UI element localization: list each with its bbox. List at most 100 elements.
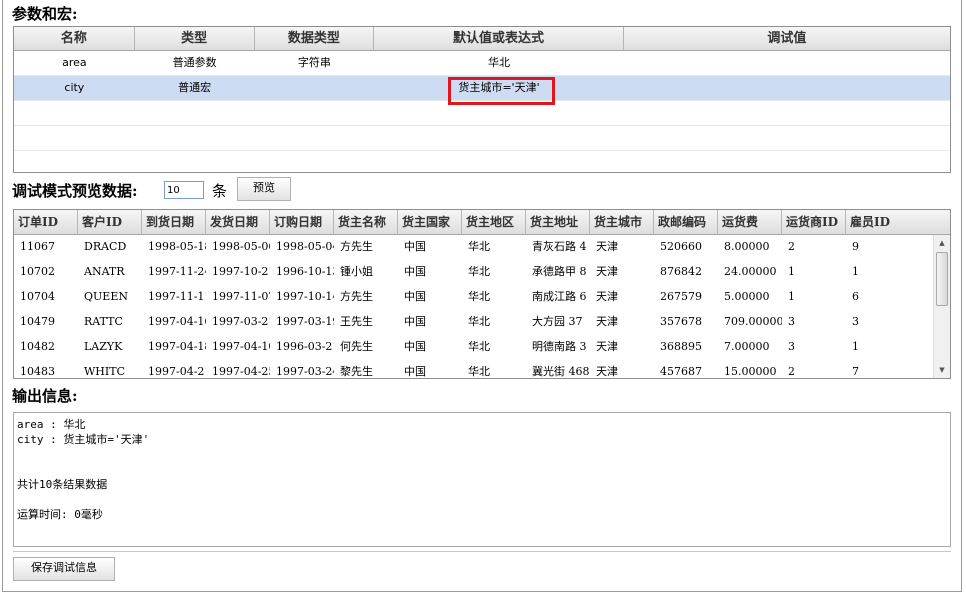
grid-vertical-scrollbar[interactable]: ▲ ▼ bbox=[933, 235, 950, 378]
grid-cell: 1997-11-11 bbox=[148, 290, 206, 303]
grid-cell: 1997-10-21 bbox=[212, 265, 270, 278]
grid-col-header[interactable]: 雇员ID bbox=[846, 210, 934, 234]
grid-cell: 1 bbox=[852, 265, 859, 278]
param-type: 普通宏 bbox=[178, 81, 212, 94]
param-row[interactable]: area 普通参数 字符串 华北 bbox=[14, 51, 950, 76]
grid-cell: 1997-03-24 bbox=[276, 365, 334, 378]
scroll-thumb[interactable] bbox=[936, 252, 948, 306]
grid-cell: 2 bbox=[788, 365, 795, 378]
param-default: 华北 bbox=[487, 56, 510, 69]
grid-cell: 1997-04-21 bbox=[148, 365, 206, 378]
grid-col-header[interactable]: 货主地区 bbox=[462, 210, 526, 234]
grid-cell: 10479 bbox=[20, 315, 55, 328]
grid-cell: RATTC bbox=[84, 315, 123, 328]
param-data-type bbox=[254, 76, 374, 100]
grid-cell: 15.00000 bbox=[724, 365, 777, 378]
grid-cell: 1997-03-21 bbox=[212, 315, 270, 328]
rows-unit-label: 条 bbox=[212, 182, 228, 200]
grid-cell: 明德南路 3 bbox=[532, 340, 587, 353]
grid-cell: WHITC bbox=[84, 365, 125, 378]
grid-col-header[interactable]: 运货费 bbox=[718, 210, 782, 234]
output-section-title: 输出信息: bbox=[12, 387, 78, 405]
grid-cell: 天津 bbox=[596, 240, 618, 253]
grid-cell: 大方园 37 bbox=[532, 315, 583, 328]
grid-col-header[interactable]: 发货日期 bbox=[206, 210, 270, 234]
grid-cell: 1997-04-18 bbox=[148, 340, 206, 353]
grid-col-header[interactable]: 订单ID bbox=[14, 210, 78, 234]
grid-row[interactable]: 10704 QUEEN 1997-11-11 1997-11-07 1997-10-14… bbox=[14, 285, 950, 310]
col-header-type[interactable]: 类型 bbox=[135, 27, 255, 50]
grid-col-header[interactable]: 客户ID bbox=[78, 210, 142, 234]
grid-cell: 876842 bbox=[660, 265, 702, 278]
grid-cell: 9 bbox=[852, 240, 859, 253]
preview-data-label: 调试模式预览数据: bbox=[12, 182, 138, 200]
grid-cell: 黎先生 bbox=[340, 365, 373, 378]
grid-cell: 中国 bbox=[404, 340, 426, 353]
grid-cell: 承德路甲 8 bbox=[532, 265, 587, 278]
grid-cell: 3 bbox=[852, 315, 859, 328]
grid-col-header[interactable]: 货主城市 bbox=[590, 210, 654, 234]
col-header-debug-value[interactable]: 调试值 bbox=[624, 27, 950, 50]
grid-row[interactable]: 10483 WHITC 1997-04-21 1997-04-25 1997-03-24… bbox=[14, 360, 950, 378]
grid-cell: 5.00000 bbox=[724, 290, 770, 303]
grid-col-header[interactable]: 货主名称 bbox=[334, 210, 398, 234]
grid-cell: 方先生 bbox=[340, 290, 373, 303]
grid-cell: 华北 bbox=[468, 240, 490, 253]
grid-row[interactable]: 10482 LAZYK 1997-04-18 1997-04-10 1996-03-21… bbox=[14, 335, 950, 360]
scroll-down-arrow-icon[interactable]: ▼ bbox=[934, 362, 950, 378]
grid-cell: 1997-11-24 bbox=[148, 265, 206, 278]
grid-col-header[interactable]: 运货商ID bbox=[782, 210, 846, 234]
grid-cell: 10702 bbox=[20, 265, 55, 278]
scroll-up-arrow-icon[interactable]: ▲ bbox=[934, 235, 950, 251]
empty-row bbox=[14, 126, 950, 151]
grid-cell: 华北 bbox=[468, 340, 490, 353]
grid-cell: 天津 bbox=[596, 340, 618, 353]
grid-col-header[interactable]: 订购日期 bbox=[270, 210, 334, 234]
grid-col-header[interactable]: 政邮编码 bbox=[654, 210, 718, 234]
grid-cell: 709.00000 bbox=[724, 315, 782, 328]
grid-cell: 1997-04-10 bbox=[212, 340, 270, 353]
grid-cell: 华北 bbox=[468, 290, 490, 303]
grid-cell: 中国 bbox=[404, 365, 426, 378]
grid-cell: 2 bbox=[788, 240, 795, 253]
col-header-data-type[interactable]: 数据类型 bbox=[255, 27, 375, 50]
grid-row[interactable]: 10479 RATTC 1997-04-16 1997-03-21 1997-03-19… bbox=[14, 310, 950, 335]
grid-col-header[interactable]: 到货日期 bbox=[142, 210, 206, 234]
grid-cell: 天津 bbox=[596, 315, 618, 328]
grid-col-header[interactable]: 货主地址 bbox=[526, 210, 590, 234]
grid-cell: 1998-05-18 bbox=[148, 240, 206, 253]
highlight-annotation-box bbox=[448, 77, 555, 105]
grid-cell: 520660 bbox=[660, 240, 702, 253]
preview-data-grid: 订单ID 客户ID 到货日期 发货日期 订购日期 货主名称 货主国家 货主地区 … bbox=[13, 209, 951, 379]
grid-cell: 10704 bbox=[20, 290, 55, 303]
param-name: area bbox=[62, 56, 87, 69]
grid-cell: 1997-04-25 bbox=[212, 365, 270, 378]
preview-button[interactable]: 预览 bbox=[237, 177, 291, 201]
grid-cell: 王先生 bbox=[340, 315, 373, 328]
preview-rows-input[interactable] bbox=[164, 181, 204, 199]
col-header-default[interactable]: 默认值或表达式 bbox=[374, 27, 624, 50]
grid-cell: 1 bbox=[852, 340, 859, 353]
grid-row[interactable]: 11067 DRACD 1998-05-18 1998-05-06 1998-05-04… bbox=[14, 235, 950, 260]
grid-cell: 天津 bbox=[596, 290, 618, 303]
grid-cell: 青灰石路 4 bbox=[532, 240, 587, 253]
save-debug-info-button[interactable]: 保存调试信息 bbox=[13, 557, 115, 581]
grid-cell: 中国 bbox=[404, 265, 426, 278]
grid-cell: 10482 bbox=[20, 340, 55, 353]
grid-cell: 11067 bbox=[20, 240, 55, 253]
params-table-header: 名称 类型 数据类型 默认值或表达式 调试值 bbox=[14, 27, 950, 51]
grid-cell: 南成江路 6 bbox=[532, 290, 587, 303]
grid-cell: ANATR bbox=[84, 265, 125, 278]
output-text-area[interactable]: area : 华北 city : 货主城市='天津' 共计10条结果数据 运算时… bbox=[13, 412, 951, 547]
param-debug-value[interactable] bbox=[624, 51, 950, 75]
grid-col-header[interactable]: 货主国家 bbox=[398, 210, 462, 234]
col-header-name[interactable]: 名称 bbox=[14, 27, 135, 50]
grid-cell: 冀光街 468 bbox=[532, 365, 590, 378]
grid-row[interactable]: 10702 ANATR 1997-11-24 1997-10-21 1996-10-13… bbox=[14, 260, 950, 285]
grid-cell: 3 bbox=[788, 340, 795, 353]
grid-cell: 华北 bbox=[468, 315, 490, 328]
grid-header: 订单ID 客户ID 到货日期 发货日期 订购日期 货主名称 货主国家 货主地区 … bbox=[14, 210, 950, 235]
param-type: 普通参数 bbox=[172, 56, 217, 69]
param-debug-value[interactable] bbox=[624, 76, 950, 100]
grid-cell: 中国 bbox=[404, 240, 426, 253]
